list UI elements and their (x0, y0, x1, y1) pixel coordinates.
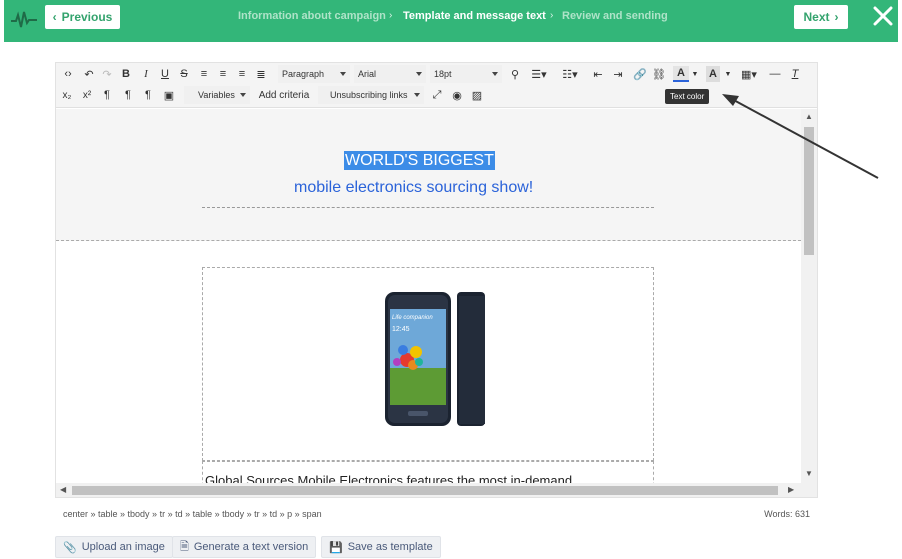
editor-status-bar: center » table » tbody » tr » td » table… (55, 504, 818, 526)
insert-media-icon[interactable]: ▣ (162, 87, 176, 103)
scroll-up-icon[interactable]: ▲ (805, 112, 813, 121)
superscript-icon[interactable]: x² (80, 87, 94, 103)
save-as-template-label: Save as template (347, 541, 433, 553)
font-select-value: Arial (358, 69, 377, 79)
table-icon[interactable]: ▦▾ (738, 66, 760, 82)
chevron-right-icon: › (834, 10, 839, 24)
paperclip-icon: 📎 (63, 541, 77, 554)
horizontal-rule-icon[interactable]: — (768, 66, 782, 82)
step-campaign-info[interactable]: Information about campaign (238, 10, 386, 22)
subscript-icon[interactable]: x₂ (60, 87, 74, 103)
rich-text-editor: ‹› ↶ ↷ B I U S ≡ ≡ ≡ ≣ Paragraph Arial 1… (55, 62, 818, 498)
scroll-right-icon[interactable]: ▶ (788, 485, 794, 494)
undo-icon[interactable]: ↶ (82, 66, 96, 82)
save-as-template-button[interactable]: 💾 Save as template (321, 536, 441, 558)
editor-toolbar: ‹› ↶ ↷ B I U S ≡ ≡ ≡ ≣ Paragraph Arial 1… (56, 63, 817, 108)
phone-image[interactable]: Life companion 12:45 (383, 290, 487, 430)
step-review[interactable]: Review and sending (562, 10, 668, 22)
variables-dropdown[interactable]: Variables (184, 86, 250, 104)
paragraph-select[interactable]: Paragraph (278, 65, 350, 83)
preview-eye-icon[interactable]: ◉ (450, 87, 464, 103)
unsubscribing-links-dropdown[interactable]: Unsubscribing links (318, 86, 424, 104)
text-color-tooltip: Text color (665, 89, 710, 104)
ltr-icon[interactable]: ¶ (122, 87, 134, 103)
align-right-icon[interactable]: ≡ (236, 66, 248, 82)
caret-down-icon (240, 93, 246, 97)
vertical-scroll-thumb[interactable] (804, 127, 814, 255)
save-icon: 💾 (329, 541, 343, 554)
paragraph-mark-icon[interactable]: ¶ (100, 87, 114, 103)
font-select[interactable]: Arial (354, 65, 426, 83)
align-center-icon[interactable]: ≡ (217, 66, 229, 82)
font-size-select-value: 18pt (434, 69, 452, 79)
step-separator-icon: › (550, 10, 554, 21)
horizontal-scrollbar[interactable]: ◀ ▶ (56, 483, 817, 497)
phone-time: 12:45 (392, 326, 410, 333)
caret-down-icon (492, 72, 498, 76)
scroll-down-icon[interactable]: ▼ (805, 469, 813, 478)
background-color-icon[interactable]: A (706, 66, 720, 82)
close-icon[interactable] (870, 3, 896, 29)
generate-text-version-label: Generate a text version (193, 541, 309, 553)
divider (202, 207, 654, 208)
underline-icon[interactable]: U (159, 66, 171, 82)
strikethrough-icon[interactable]: S (178, 66, 190, 82)
add-criteria-button[interactable]: Add criteria (256, 87, 312, 103)
word-count: Words: 631 (764, 509, 810, 519)
bullet-list-icon[interactable]: ☰▾ (529, 66, 549, 82)
body-text[interactable]: Global Sources Mobile Electronics featur… (205, 473, 572, 483)
previous-button[interactable]: ‹ Previous (45, 5, 120, 29)
outdent-icon[interactable]: ⇤ (591, 66, 605, 82)
fullscreen-icon[interactable]: ⤢ (430, 87, 444, 103)
caret-down-icon (416, 72, 422, 76)
italic-icon[interactable]: I (140, 66, 152, 82)
subheadline-text[interactable]: mobile electronics sourcing show! (294, 179, 533, 197)
align-justify-icon[interactable]: ≣ (255, 66, 267, 82)
image-icon[interactable]: ▨ (470, 87, 484, 103)
document-icon: 🗎 (180, 540, 189, 553)
align-left-icon[interactable]: ≡ (198, 66, 210, 82)
source-code-icon[interactable]: ‹› (61, 66, 75, 82)
find-binoculars-icon[interactable]: ⚲ (508, 66, 522, 82)
editor-content[interactable]: WORLD'S BIGGEST mobile electronics sourc… (56, 109, 801, 483)
email-header-block: WORLD'S BIGGEST mobile electronics sourc… (56, 109, 801, 241)
caret-down-icon[interactable]: ▼ (724, 66, 732, 82)
caret-down-icon (414, 93, 420, 97)
step-separator-icon: › (389, 10, 393, 21)
unsubscribing-links-label: Unsubscribing links (330, 90, 408, 100)
previous-label: Previous (61, 10, 113, 24)
upload-image-label: Upload an image (81, 541, 165, 553)
horizontal-scroll-thumb[interactable] (72, 486, 778, 495)
redo-icon[interactable]: ↷ (100, 66, 114, 82)
paragraph-select-value: Paragraph (282, 69, 325, 79)
bold-icon[interactable]: B (120, 66, 132, 82)
upload-image-button[interactable]: 📎 Upload an image (55, 536, 173, 558)
unlink-icon[interactable]: ⛓ (652, 66, 666, 82)
indent-icon[interactable]: ⇥ (611, 66, 625, 82)
generate-text-version-button[interactable]: 🗎 Generate a text version (172, 536, 317, 558)
headline-text[interactable]: WORLD'S BIGGEST (344, 151, 495, 170)
phone-screen-text: Life companion (392, 315, 433, 321)
chevron-left-icon: ‹ (52, 10, 57, 24)
caret-down-icon (340, 72, 346, 76)
top-bar: ‹ Previous Information about campaign › … (4, 0, 898, 42)
element-path[interactable]: center » table » tbody » tr » td » table… (63, 509, 322, 519)
image-block[interactable]: Life companion 12:45 (202, 267, 654, 461)
rtl-icon[interactable]: ¶ (142, 87, 154, 103)
numbered-list-icon[interactable]: ☷▾ (560, 66, 580, 82)
next-label: Next (803, 10, 830, 24)
step-template[interactable]: Template and message text (403, 10, 546, 22)
font-size-select[interactable]: 18pt (430, 65, 502, 83)
pulse-icon (11, 11, 37, 28)
link-icon[interactable]: 🔗 (633, 66, 647, 82)
text-color-icon[interactable]: A (673, 66, 689, 82)
vertical-scrollbar[interactable]: ▲ ▼ (801, 109, 817, 483)
next-button[interactable]: Next › (794, 5, 848, 29)
scroll-left-icon[interactable]: ◀ (60, 485, 66, 494)
variables-label: Variables (198, 90, 235, 100)
clear-formatting-icon[interactable]: T (788, 66, 802, 82)
caret-down-icon[interactable]: ▼ (691, 66, 699, 82)
